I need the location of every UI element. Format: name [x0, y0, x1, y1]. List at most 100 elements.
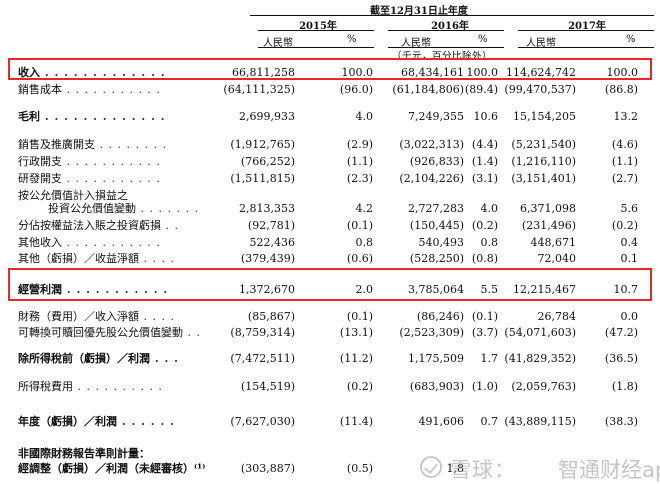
cell-p15: (0.1): [346, 219, 373, 232]
cell-p15: (0.6): [346, 252, 373, 265]
cell-p15: 4.2: [355, 202, 374, 215]
table-row: 銷售及推廣開支 . . . . . . . . (1,912,765) (2.9) (…: [0, 137, 660, 153]
cell-p16: (1.0): [471, 380, 498, 393]
cell-v16: 1,175,509: [408, 352, 464, 365]
cell-p16: (0.2): [471, 219, 498, 232]
cell-v16: (3,022,313): [399, 138, 464, 151]
leader-dots: . .: [161, 219, 179, 232]
sub-rule-2017: [518, 47, 654, 48]
leader-dots: . . . . . . . . . . . . .: [40, 110, 166, 123]
cell-v16: (926,833): [409, 155, 464, 168]
header-rule: [250, 15, 654, 16]
cell-v15: 2,699,933: [239, 110, 295, 123]
cell-v17: (231,496): [521, 219, 576, 232]
leader-dots: . . . . . . . . . . .: [62, 172, 161, 185]
table-row: 研發開支 . . . . . . . . . . . (1,511,815) (2.…: [0, 171, 660, 187]
cell-p15: (0.2): [346, 380, 373, 393]
cell-p16: (4.4): [471, 138, 498, 151]
cell-v15: (7,472,511): [230, 352, 295, 365]
cell-p15: (2.9): [346, 138, 373, 151]
cell-v17: 448,671: [530, 236, 577, 249]
table-row: 銷售成本 . . . . . . . . . . . (64,111,325) (9…: [0, 82, 660, 98]
cell-p16: (0.1): [471, 310, 498, 323]
row-label: 年度（虧損）／利潤 . . . . . .: [18, 414, 175, 430]
row-label: 其他收入 . . . . . . . . . . .: [18, 235, 161, 251]
cell-v17: (41,829,352): [504, 352, 576, 365]
row-label-text: 其他（虧損）／收益淨額: [18, 252, 139, 265]
row-label-text: 財務（費用）／收入淨額: [18, 310, 139, 323]
table-row: 分佔按權益法入賬之投資虧損 . . (92,781) (0.1) (150,445) (…: [0, 218, 660, 234]
row-label: 毛利 . . . . . . . . . . . . .: [18, 109, 166, 125]
cell-p16: (89.4): [464, 83, 498, 96]
leader-dots: . . . . . . . . . .: [73, 380, 163, 393]
cell-p15: (0.1): [346, 310, 373, 323]
watermark-text-a: 雪球：: [450, 458, 516, 482]
cell-p15: (2.3): [346, 172, 373, 185]
row-label-text: 經調整（虧損）／利潤（未經審核）⁽¹⁾: [18, 462, 206, 475]
table-row: 其他（虧損）／收益淨額 . . . . (379,439) (0.6) (528,25…: [0, 251, 660, 267]
pct-2015: %: [347, 34, 357, 45]
cell-p16: 4.0: [480, 202, 499, 215]
cell-p17: 5.6: [620, 202, 639, 215]
cell-v16: 2,727,283: [408, 202, 464, 215]
row-label: 分佔按權益法入賬之投資虧損 . .: [18, 218, 179, 234]
leader-dots: . . . . . . . .: [95, 138, 167, 151]
cell-v16: (86,246): [416, 310, 464, 323]
sub-rule-2015: [258, 47, 374, 48]
cell-p16: (1.4): [471, 155, 498, 168]
row-label: 所得稅費用 . . . . . . . . . .: [18, 379, 163, 395]
row-label-text: 行政開支: [18, 155, 62, 168]
row-label-text: 毛利: [18, 110, 40, 123]
cell-v15: (379,439): [240, 252, 295, 265]
cell-v15: (85,867): [247, 310, 295, 323]
cell-p17: 0.4: [620, 236, 639, 249]
cell-v17: 15,154,205: [513, 110, 576, 123]
table-row: 行政開支 . . . . . . . . . . . (766,252) (1.1)…: [0, 154, 660, 170]
cell-p17: 0.1: [620, 252, 639, 265]
table-row: 毛利 . . . . . . . . . . . . . 2,699,933 4.0…: [0, 109, 660, 125]
year-rule-2017: [518, 30, 654, 31]
cell-v15: (92,781): [247, 219, 295, 232]
year-rule-2015: [258, 30, 374, 31]
cell-v16: (150,445): [409, 219, 464, 232]
row-label: 財務（費用）／收入淨額 . . . .: [18, 309, 175, 325]
cell-p17: (38.3): [604, 415, 638, 428]
cell-v15: (1,912,765): [230, 138, 295, 151]
cell-v15: (7,627,030): [230, 415, 295, 428]
row-label: 可轉換可贖回優先股公允價值變動 . .: [18, 325, 201, 341]
cell-v16: (2,523,309): [399, 326, 464, 339]
row-label-text: 可轉換可贖回優先股公允價值變動: [18, 326, 183, 339]
cell-p16: 1.7: [480, 352, 499, 365]
row-label: 非國際財務報告準則計量：: [18, 446, 150, 462]
row-label-text: 其他收入: [18, 236, 62, 249]
leader-dots: . . . . . .: [117, 415, 175, 428]
watermark: 雪球： 智通财经app: [398, 450, 660, 483]
row-label: 銷售成本 . . . . . . . . . . .: [18, 82, 161, 98]
operating-profit-highlight-box: [8, 268, 652, 301]
cell-v15: (1,511,815): [230, 172, 295, 185]
year-rule-2016: [388, 30, 504, 31]
cell-v16: (2,104,226): [399, 172, 464, 185]
cell-p16: (3.1): [471, 172, 498, 185]
cell-v15: (766,252): [240, 155, 295, 168]
leader-dots: . . . . . . . . . . .: [62, 236, 161, 249]
row-label-text: 銷售成本: [18, 83, 62, 96]
table-row: 其他收入 . . . . . . . . . . . 522,436 0.8 540,…: [0, 235, 660, 251]
cell-p15: (1.1): [346, 155, 373, 168]
cell-p15: (96.0): [339, 83, 373, 96]
snowball-logo-icon: [420, 456, 442, 478]
cell-v17: 72,040: [537, 252, 577, 265]
cell-v15: (303,887): [240, 462, 295, 475]
row-label-text: 所得稅費用: [18, 380, 73, 393]
cell-p17: (86.8): [604, 83, 638, 96]
row-label: 除所得稅前（虧損）／利潤 . . .: [18, 351, 179, 367]
watermark-text-b: 智通财经app: [558, 458, 660, 482]
cell-p15: 4.0: [355, 110, 374, 123]
row-label-text: 除所得稅前（虧損）／利潤: [18, 352, 150, 365]
cell-p16: 10.6: [473, 110, 499, 123]
leader-dots: . . . . . . . . . . .: [62, 155, 161, 168]
cell-v15: 2,813,353: [239, 202, 295, 215]
cell-v17: (43,889,115): [504, 415, 576, 428]
cell-p16: 0.8: [480, 236, 499, 249]
table-row: 除所得稅前（虧損）／利潤 . . . (7,472,511) (11.2) 1,175…: [0, 351, 660, 367]
